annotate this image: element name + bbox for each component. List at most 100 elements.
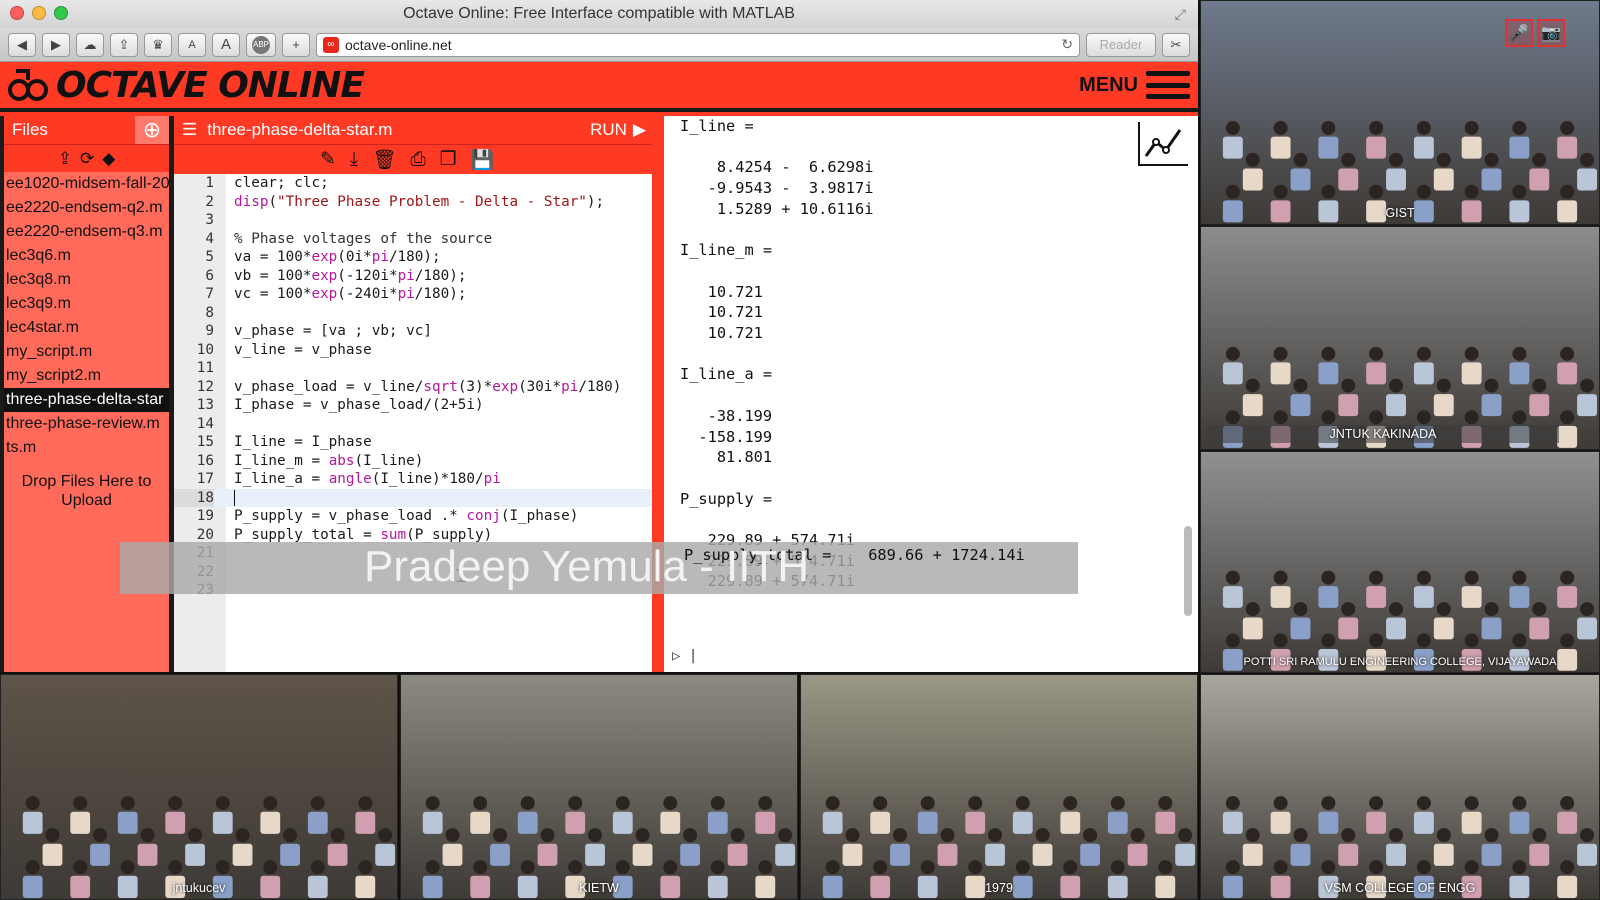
file-list-item[interactable]: ee2220-endsem-q3.m	[4, 220, 169, 244]
logo[interactable]: OCTAVE ONLINE	[8, 65, 365, 106]
line-number: 13	[196, 397, 214, 413]
minimize-window-button[interactable]	[32, 6, 46, 20]
bookmarks-icon[interactable]: ♛	[144, 32, 172, 57]
video-tile-kietw[interactable]: KIETW	[400, 674, 798, 900]
refresh-icon[interactable]: ⟳	[80, 149, 94, 169]
rename-pencil-icon[interactable]: ✎	[320, 148, 336, 171]
browser-window: Octave Online: Free Interface compatible…	[0, 0, 1198, 672]
git-icon[interactable]: ◆	[102, 149, 115, 169]
code-text: v_phase_load = v_line/sqrt(3)*exp(30i*pi…	[234, 378, 622, 395]
run-button[interactable]: RUN ▶	[590, 120, 646, 140]
file-list-item[interactable]: lec4star.m	[4, 316, 169, 340]
address-bar[interactable]: ∞ octave-online.net ↻	[316, 32, 1080, 57]
code-line[interactable]: 11	[174, 359, 654, 378]
video-label: GIST	[1385, 206, 1415, 220]
reload-icon[interactable]: ↻	[1061, 36, 1073, 53]
editor-menu-icon[interactable]: ☰	[182, 120, 197, 140]
code-line[interactable]: 1 clear; clc;	[174, 174, 654, 193]
file-list-item[interactable]: lec3q8.m	[4, 268, 169, 292]
code-line[interactable]: 6 vb = 100*exp(-120i*pi/180);	[174, 267, 654, 286]
snip-tool-icon[interactable]: ✂	[1162, 32, 1190, 57]
print-icon[interactable]: ⎙	[410, 149, 425, 171]
code-line[interactable]: 16 I_line_m = abs(I_line)	[174, 452, 654, 471]
code-line[interactable]: 15 I_line = I_phase	[174, 433, 654, 452]
code-editor[interactable]: 1 clear; clc; 2 disp("Three Phase Problem -…	[174, 174, 654, 672]
reader-button[interactable]: Reader	[1086, 32, 1156, 57]
file-list-item[interactable]: my_script.m	[4, 340, 169, 364]
camera-muted-icon: 📷	[1537, 19, 1565, 47]
icloud-icon[interactable]: ☁	[76, 32, 104, 57]
line-number: 14	[196, 415, 214, 432]
video-tile-1979[interactable]: 1979	[800, 674, 1198, 900]
line-number: 18	[174, 488, 214, 507]
video-tile-potti-sri-ramulu[interactable]: POTTI SRI RAMULU ENGINEERING COLLEGE, VI…	[1200, 451, 1600, 673]
code-text: v_phase = [va ; vb; vc]	[234, 323, 432, 339]
copy-icon[interactable]: ❐	[440, 148, 457, 171]
video-tile-jntukucev[interactable]: jntukucev	[0, 674, 398, 900]
close-window-button[interactable]	[10, 6, 24, 20]
forward-button[interactable]: ▶	[42, 32, 70, 57]
code-line[interactable]: 14	[174, 415, 654, 434]
line-number: 10	[196, 341, 214, 358]
upload-icon[interactable]: ⇪	[58, 149, 72, 169]
code-line[interactable]: 2 disp("Three Phase Problem - Delta - Sta…	[174, 193, 654, 212]
code-line[interactable]: 13 I_phase = v_phase_load/(2+5i)	[174, 396, 654, 415]
font-smaller-button[interactable]: A	[178, 32, 206, 57]
drop-zone[interactable]: Drop Files Here to Upload	[4, 472, 169, 510]
download-icon[interactable]: ⤓	[350, 149, 358, 171]
file-list-item[interactable]: lec3q9.m	[4, 292, 169, 316]
line-number: 8	[205, 304, 214, 321]
code-line[interactable]: 19 P_supply = v_phase_load .* conj(I_phas…	[174, 507, 654, 526]
hamburger-icon	[1146, 71, 1190, 99]
code-line[interactable]: 8	[174, 304, 654, 323]
video-label: POTTI SRI RAMULU ENGINEERING COLLEGE, VI…	[1243, 656, 1557, 668]
save-icon[interactable]: 💾	[471, 148, 495, 172]
command-prompt[interactable]: ▷ |	[672, 648, 697, 664]
adblock-label: ABP	[252, 35, 270, 54]
presenter-caption: P_supply_total = 689.66 + 1724.14i Prade…	[120, 542, 1078, 594]
menu-button[interactable]: MENU	[1079, 71, 1190, 99]
window-controls	[10, 6, 68, 20]
code-text: va = 100*exp(0i*pi/180);	[234, 249, 441, 265]
video-tile-vsm-college[interactable]: VSM COLLEGE OF ENGG	[1200, 674, 1600, 900]
font-larger-button[interactable]: A	[212, 32, 240, 57]
file-list-item[interactable]: ts.m	[4, 436, 169, 460]
code-line[interactable]: 3	[174, 211, 654, 230]
plot-chart-icon[interactable]	[1138, 122, 1188, 166]
file-list-item[interactable]: my_script2.m	[4, 364, 169, 388]
code-line[interactable]: 17 I_line_a = angle(I_line)*180/pi	[174, 470, 654, 489]
adblock-icon[interactable]: ABP	[246, 32, 276, 57]
delete-trash-icon[interactable]: 🗑	[372, 148, 396, 172]
code-line[interactable]: 10 v_line = v_phase	[174, 341, 654, 360]
line-number: 17	[196, 471, 214, 487]
output-scrollbar[interactable]	[1184, 526, 1192, 616]
share-icon[interactable]: ⇪	[110, 32, 138, 57]
line-number: 2	[205, 193, 214, 210]
mute-indicator[interactable]: 🎤 📷	[1505, 19, 1565, 47]
code-line[interactable]: 9 v_phase = [va ; vb; vc]	[174, 322, 654, 341]
file-list-item[interactable]: ee2220-endsem-q2.m	[4, 196, 169, 220]
file-list-item[interactable]: three-phase-review.m	[4, 412, 169, 436]
file-list-item[interactable]: three-phase-delta-star	[4, 388, 169, 412]
video-tile-gist[interactable]: 🎤 📷 GIST	[1200, 0, 1600, 225]
file-list-item[interactable]: lec3q6.m	[4, 244, 169, 268]
new-file-icon[interactable]: ⊕	[135, 116, 169, 144]
new-tab-button[interactable]: +	[282, 32, 310, 57]
code-text	[234, 489, 235, 508]
video-tile-jntuk-kakinada[interactable]: JNTUK KAKINADA	[1200, 226, 1600, 450]
code-line[interactable]: 18	[174, 488, 654, 508]
code-line[interactable]: 5 va = 100*exp(0i*pi/180);	[174, 248, 654, 267]
video-label: JNTUK KAKINADA	[1207, 425, 1559, 443]
zoom-window-button[interactable]	[54, 6, 68, 20]
code-line[interactable]: 7 vc = 100*exp(-240i*pi/180);	[174, 285, 654, 304]
code-line[interactable]: 12 v_phase_load = v_line/sqrt(3)*exp(30i*…	[174, 378, 654, 397]
code-text: v_line = v_phase	[234, 341, 372, 358]
code-line[interactable]: 4 % Phase voltages of the source	[174, 230, 654, 249]
code-lines: 1 clear; clc; 2 disp("Three Phase Problem -…	[174, 174, 654, 600]
back-button[interactable]: ◀	[8, 32, 36, 57]
fullscreen-icon[interactable]: ⤢	[1175, 6, 1186, 23]
video-label: jntukucev	[172, 881, 226, 895]
run-label: RUN	[590, 120, 627, 139]
app-header: OCTAVE ONLINE MENU	[0, 62, 1198, 112]
file-list-item[interactable]: ee1020-midsem-fall-20	[4, 172, 169, 196]
